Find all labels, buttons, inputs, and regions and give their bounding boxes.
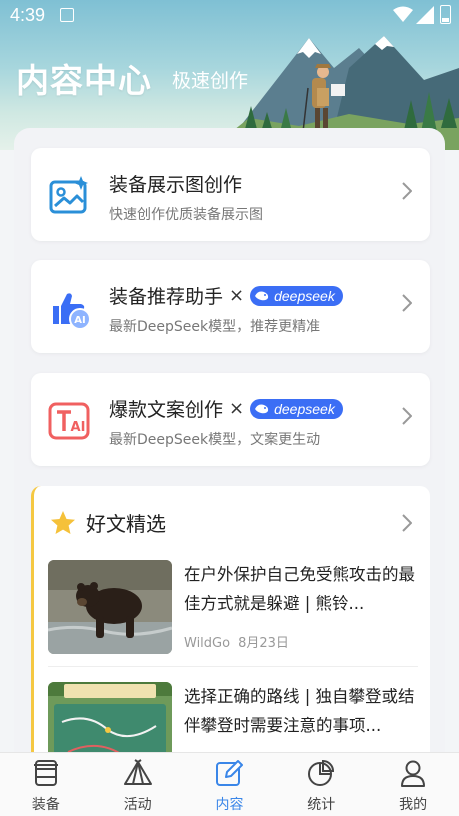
tool-card-title: 爆款文案创作 × deepseek — [109, 395, 343, 422]
tool-card-desc: 最新DeepSeek模型，推荐更精准 — [109, 319, 321, 335]
tool-card-display-image[interactable]: 装备展示图创作 快速创作优质装备展示图 — [31, 148, 430, 241]
battery-icon — [440, 5, 451, 24]
wifi-icon — [393, 6, 413, 22]
tab-profile[interactable]: 我的 — [367, 753, 459, 816]
tool-card-desc: 快速创作优质装备展示图 — [109, 207, 263, 223]
tab-activity[interactable]: 活动 — [92, 753, 184, 816]
tool-card-copywriting[interactable]: AI 爆款文案创作 × deepseek 最新DeepSeek模型，文案更生动 — [31, 373, 430, 466]
articles-title: 好文精选 — [86, 512, 166, 536]
article-title: 在户外保护自己免受熊攻击的最佳方式就是躲避 | 熊铃... — [184, 565, 415, 613]
bottom-tab-bar: 装备 活动 内容 统计 我的 — [0, 752, 459, 816]
article-divider — [48, 666, 418, 667]
edit-icon — [216, 760, 244, 786]
article-item[interactable]: 选择正确的路线 | 独自攀登或结伴攀登时需要注意的事项... — [48, 682, 418, 756]
tab-label: 统计 — [307, 797, 336, 813]
article-date: 8月23日 — [238, 636, 289, 651]
tab-label: 装备 — [31, 797, 60, 813]
tab-label: 活动 — [123, 797, 152, 813]
tab-label: 内容 — [215, 797, 244, 813]
chevron-right-icon[interactable] — [402, 514, 412, 532]
svg-text:AI: AI — [71, 420, 86, 435]
chevron-right-icon — [402, 182, 412, 200]
deepseek-whale-icon — [255, 404, 269, 413]
article-item[interactable]: 在户外保护自己免受熊攻击的最佳方式就是躲避 | 熊铃... WildGo 8月23… — [48, 560, 418, 656]
person-icon — [401, 760, 426, 787]
image-create-icon — [49, 176, 88, 214]
tab-label: 我的 — [399, 797, 428, 813]
tool-card-recommend-assistant[interactable]: AI 装备推荐助手 × deepseek 最新DeepSeek模型，推荐更精准 — [31, 260, 430, 353]
status-bar: 4:39 — [0, 0, 459, 30]
deepseek-whale-icon — [255, 291, 269, 300]
article-meta: WildGo 8月23日 — [184, 632, 297, 651]
tool-card-desc: 最新DeepSeek模型，文案更生动 — [109, 432, 321, 448]
star-icon — [51, 510, 75, 534]
articles-header[interactable]: 好文精选 — [50, 508, 166, 537]
chevron-right-icon — [402, 294, 412, 312]
article-thumbnail-bear — [48, 560, 172, 654]
article-author: WildGo — [184, 636, 231, 651]
svg-text:AI: AI — [74, 315, 85, 326]
article-thumbnail-map — [48, 682, 172, 756]
thumbs-up-ai-icon: AI — [53, 293, 91, 330]
signal-icon — [416, 6, 434, 24]
article-title: 选择正确的路线 | 独自攀登或结伴攀登时需要注意的事项... — [184, 687, 415, 735]
tab-statistics[interactable]: 统计 — [275, 753, 367, 816]
chevron-right-icon — [402, 407, 412, 425]
featured-articles-section: 好文精选 在户外保护自己免受熊攻击的最佳方式就是躲避 | 熊铃... WildG… — [31, 486, 430, 756]
deepseek-badge: deepseek — [250, 285, 343, 306]
deepseek-badge: deepseek — [250, 398, 343, 419]
times-sign: × — [229, 285, 245, 306]
tool-card-title: 装备展示图创作 — [109, 174, 243, 196]
pie-chart-icon — [308, 759, 335, 786]
tool-card-title: 装备推荐助手 × deepseek — [109, 282, 343, 309]
times-sign: × — [229, 398, 245, 419]
notification-icon — [60, 8, 74, 22]
tent-icon — [123, 759, 152, 785]
gear-box-icon — [33, 760, 58, 786]
page-title: 内容中心 — [16, 61, 152, 100]
tab-equipment[interactable]: 装备 — [0, 753, 92, 816]
tab-content[interactable]: 内容 — [184, 753, 276, 816]
text-ai-icon: AI — [48, 402, 90, 440]
status-time: 4:39 — [10, 5, 46, 25]
